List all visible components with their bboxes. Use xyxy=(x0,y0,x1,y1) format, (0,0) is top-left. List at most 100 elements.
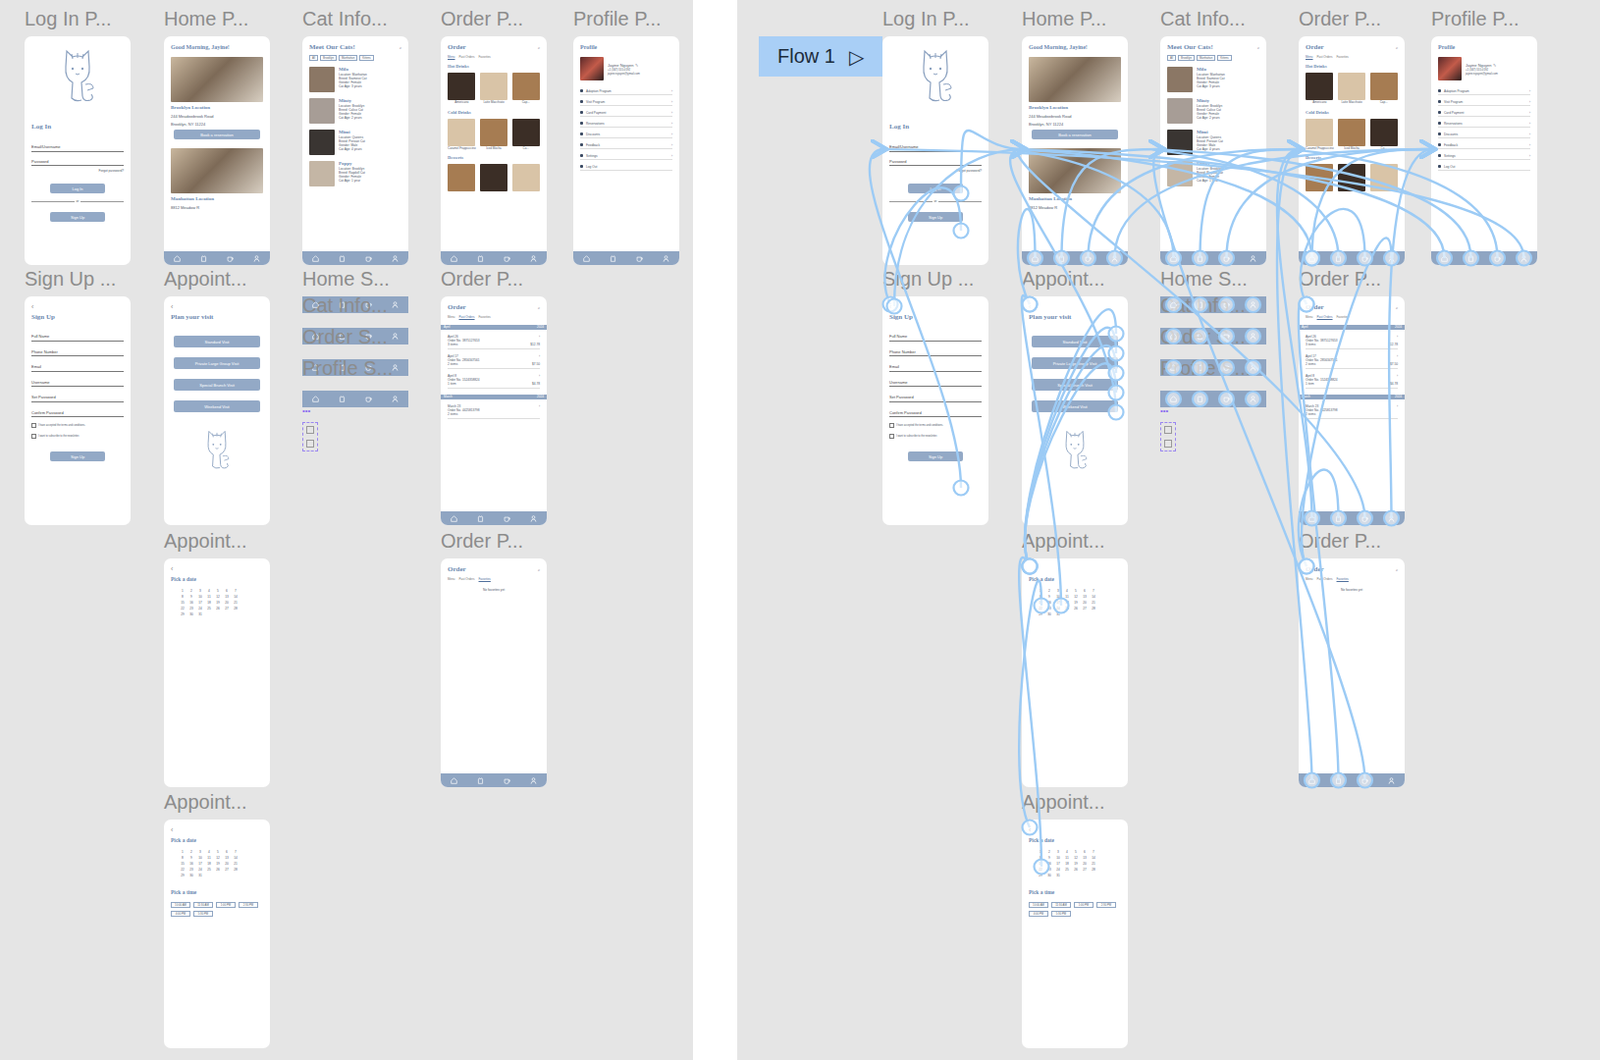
cup-icon[interactable] xyxy=(365,255,373,263)
date-cell[interactable]: 5 xyxy=(1071,588,1080,593)
date-cell[interactable]: 4 xyxy=(205,850,214,854)
component-label[interactable]: Cat Info... xyxy=(302,293,388,318)
menu-item[interactable] xyxy=(1369,163,1398,193)
profile-menu-item[interactable]: Settings› xyxy=(1438,152,1531,160)
cat-card[interactable]: PoppyLocation: BrooklynBreed: Ragdoll Ca… xyxy=(1167,160,1260,187)
home-icon[interactable] xyxy=(1440,255,1448,263)
forgot-link[interactable]: Forgot password? xyxy=(31,168,124,173)
date-cell[interactable]: 24 xyxy=(1054,867,1063,872)
date-cell[interactable]: 17 xyxy=(1054,861,1063,866)
cup-icon[interactable] xyxy=(503,777,511,785)
home-screen[interactable]: Good Morning, Jayine!Brooklyn Location24… xyxy=(1021,36,1128,266)
cup-icon[interactable] xyxy=(1223,255,1230,263)
date-cell[interactable]: 31 xyxy=(1054,873,1063,878)
signup-screen[interactable]: ‹Sign UpFull NamePhone NumberEmailUserna… xyxy=(24,296,131,526)
cat-icon[interactable] xyxy=(1334,777,1342,785)
order-history-screen[interactable]: Order⌕MenuPast OrdersFavoritesApril2024A… xyxy=(1298,296,1405,526)
profile-menu-item[interactable]: Reservations› xyxy=(580,119,673,128)
date-cell[interactable]: 16 xyxy=(1045,600,1054,605)
order-row[interactable]: April 17Order No. 28563475612 items›$7.5… xyxy=(447,352,540,370)
profile-menu-item[interactable]: Discounts› xyxy=(580,130,673,139)
date-cell[interactable]: 1 xyxy=(1036,588,1045,593)
time-slot[interactable]: 1:00 PM xyxy=(1073,902,1094,908)
order-row[interactable]: March 23Order No. 44258137982 items› xyxy=(1305,402,1398,420)
date-cell[interactable]: 30 xyxy=(187,873,196,878)
order-row[interactable]: April 17Order No. 28563475612 items›$7.5… xyxy=(1305,352,1398,370)
time-slot[interactable]: 2:30 PM xyxy=(238,902,259,908)
date-cell[interactable]: 30 xyxy=(187,612,196,617)
input-field[interactable]: Username xyxy=(889,379,982,388)
back-button[interactable]: ‹ xyxy=(889,303,982,311)
search-icon[interactable]: ⌕ xyxy=(1395,45,1398,51)
date-cell[interactable]: 23 xyxy=(1045,606,1054,611)
frame-label[interactable]: Cat Info... xyxy=(1160,6,1246,31)
date-cell[interactable]: 18 xyxy=(205,861,214,866)
date-cell[interactable]: 17 xyxy=(196,861,205,866)
input-field[interactable]: Email/Username xyxy=(31,144,124,153)
home-icon[interactable] xyxy=(450,255,458,263)
date-cell[interactable]: 15 xyxy=(1036,600,1045,605)
date-cell[interactable]: 13 xyxy=(1080,855,1089,860)
signup-screen[interactable]: ‹Sign UpFull NamePhone NumberEmailUserna… xyxy=(882,296,989,526)
frame-label[interactable]: Log In P... xyxy=(882,6,970,31)
menu-item[interactable]: Americano xyxy=(1305,72,1334,106)
tab[interactable]: Past Orders xyxy=(1317,577,1334,582)
frame-label[interactable]: Appoint... xyxy=(163,529,248,553)
frame-label[interactable]: Appoint... xyxy=(1021,529,1106,553)
date-cell[interactable]: 25 xyxy=(205,606,214,611)
date-cell[interactable]: 9 xyxy=(187,594,196,599)
menu-item[interactable] xyxy=(1305,163,1334,193)
profile-menu-item[interactable]: Feedback› xyxy=(1438,141,1531,150)
tab[interactable]: Favorites xyxy=(1336,315,1349,320)
cat-card[interactable]: PoppyLocation: BrooklynBreed: Ragdoll Ca… xyxy=(309,160,402,187)
date-cell[interactable]: 14 xyxy=(231,855,240,860)
date-cell[interactable]: 23 xyxy=(1045,867,1054,872)
date-cell[interactable]: 7 xyxy=(231,588,240,593)
favorites-screen[interactable]: Order⌕MenuPast OrdersFavoritesNo favorit… xyxy=(1298,558,1405,788)
visit-option[interactable]: Weekend Visit xyxy=(173,400,261,413)
date-cell[interactable]: 31 xyxy=(196,873,205,878)
frame-label[interactable]: Appoint... xyxy=(1021,266,1106,291)
filter-chip[interactable]: Brooklyn xyxy=(320,54,337,61)
calendar-screen[interactable]: ‹Pick a date1234567891011121314151617181… xyxy=(163,819,270,1049)
date-cell[interactable]: 27 xyxy=(1080,867,1089,872)
tab[interactable]: Menu xyxy=(447,577,456,582)
frame-label[interactable]: Order P... xyxy=(1298,6,1382,31)
person-icon[interactable] xyxy=(391,255,399,263)
cup-icon[interactable] xyxy=(1361,777,1369,785)
person-icon[interactable] xyxy=(1249,255,1257,263)
order-row[interactable]: March 23Order No. 44258137982 items› xyxy=(447,402,540,420)
reservation-button[interactable]: Book a reservation xyxy=(173,129,261,140)
input-field[interactable]: Phone Number xyxy=(31,349,124,358)
date-cell[interactable]: 26 xyxy=(213,606,222,611)
date-cell[interactable]: 30 xyxy=(1045,612,1054,617)
visit-option[interactable]: Standard Visit xyxy=(173,335,261,348)
cat-icon[interactable] xyxy=(477,777,484,785)
profile-menu-item[interactable]: Visit Program› xyxy=(580,98,673,107)
tab[interactable]: Past Orders xyxy=(459,577,476,582)
home-icon[interactable] xyxy=(1308,255,1316,263)
cat-info-screen[interactable]: Meet Our Cats!⌕AllBrooklynManhattanKitte… xyxy=(1160,36,1267,266)
tab[interactable]: Menu xyxy=(447,315,456,320)
person-icon[interactable] xyxy=(530,777,537,785)
date-cell[interactable]: 28 xyxy=(231,606,240,611)
date-cell[interactable]: 1 xyxy=(1036,850,1045,854)
date-cell[interactable]: 5 xyxy=(213,588,222,593)
input-field[interactable]: Password xyxy=(889,159,982,167)
back-button[interactable]: ‹ xyxy=(1028,565,1121,573)
filter-chip[interactable]: Kittens xyxy=(359,54,374,61)
date-cell[interactable]: 29 xyxy=(1036,612,1045,617)
input-field[interactable]: Confirm Password xyxy=(889,410,982,419)
order-menu-screen[interactable]: Order⌕MenuPast OrdersFavoritesHot Drinks… xyxy=(1298,36,1405,266)
date-cell[interactable]: 17 xyxy=(196,600,205,605)
cup-icon[interactable] xyxy=(1084,255,1092,263)
date-cell[interactable]: 21 xyxy=(1089,600,1098,605)
date-cell[interactable]: 1 xyxy=(178,588,187,593)
date-cell[interactable]: 19 xyxy=(213,861,222,866)
time-slot[interactable]: 11:30 AM xyxy=(193,902,214,908)
date-cell[interactable]: 11 xyxy=(205,594,214,599)
date-cell[interactable]: 24 xyxy=(1054,606,1063,611)
login-button[interactable]: Log In xyxy=(50,183,106,194)
date-cell[interactable]: 10 xyxy=(1054,594,1063,599)
date-cell[interactable]: 2 xyxy=(1045,850,1054,854)
